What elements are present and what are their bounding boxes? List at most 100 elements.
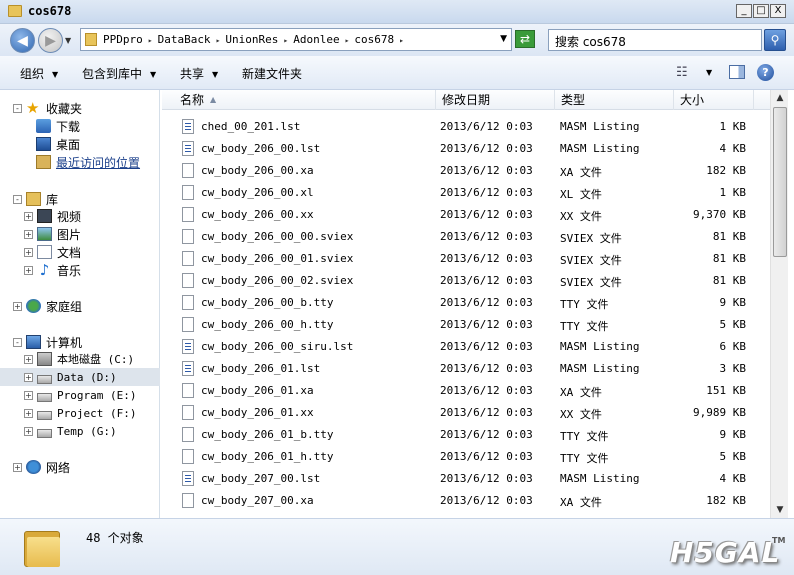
file-type: XA 文件 — [560, 166, 602, 179]
file-row[interactable]: cw_body_206_01_b.tty 2013/6/12 0:03 TTY 文件… — [162, 424, 770, 446]
nav-drive-g[interactable]: + Temp (G:) — [24, 422, 117, 440]
expand-icon[interactable]: + — [24, 265, 33, 275]
column-date[interactable]: 修改日期 — [436, 90, 555, 110]
file-type: SVIEX 文件 — [560, 276, 622, 289]
downloads-icon — [36, 119, 51, 133]
organize-menu[interactable]: 组织 ▼ — [20, 65, 58, 82]
help-icon[interactable]: ? — [757, 64, 774, 81]
file-size: 5 KB — [719, 450, 747, 463]
file-row[interactable]: cw_body_206_00_02.sviex 2013/6/12 0:03 SVI… — [162, 270, 770, 292]
scroll-up-icon[interactable]: ▲ — [772, 90, 788, 106]
file-size: 4 KB — [719, 142, 747, 155]
close-button[interactable]: X — [770, 4, 786, 18]
breadcrumb-item[interactable]: DataBack — [158, 33, 211, 46]
expand-icon[interactable]: + — [24, 354, 33, 364]
address-dropdown[interactable]: ▼ — [500, 34, 507, 44]
file-row[interactable]: cw_body_206_00_siru.lst 2013/6/12 0:03 MAS… — [162, 336, 770, 358]
collapse-icon[interactable]: - — [13, 194, 22, 204]
file-size: 182 KB — [706, 164, 746, 177]
file-row[interactable]: cw_body_206_00.xl 2013/6/12 0:03 XL 文件 1 KB — [162, 182, 770, 204]
expand-icon[interactable]: + — [13, 301, 22, 311]
breadcrumb-item[interactable]: PPDpro — [103, 33, 143, 46]
nav-downloads[interactable]: 下载 — [36, 117, 80, 135]
nav-favorites[interactable]: - ★ 收藏夹 — [13, 99, 82, 117]
folder-icon — [85, 33, 97, 46]
system-drive-icon — [37, 352, 52, 366]
breadcrumb-separator-icon[interactable]: ▸ — [216, 36, 221, 45]
nav-desktop[interactable]: 桌面 — [36, 135, 80, 153]
expand-icon[interactable]: + — [24, 408, 33, 418]
include-library-menu[interactable]: 包含到库中 ▼ — [82, 65, 156, 82]
vertical-scrollbar[interactable]: ▲ ▼ — [770, 90, 788, 518]
nav-libraries[interactable]: - 库 — [13, 190, 58, 208]
file-row[interactable]: cw_body_207_00.xa 2013/6/12 0:03 XA 文件 182 … — [162, 490, 770, 512]
address-bar[interactable]: PPDpro ▸ DataBack ▸ UnionRes ▸ Adonlee ▸ cos678 ▸… — [80, 28, 512, 51]
breadcrumb-separator-icon[interactable]: ▸ — [399, 36, 404, 45]
nav-videos[interactable]: + 视频 — [24, 207, 81, 225]
nav-drive-e[interactable]: + Program (E:) — [24, 386, 136, 404]
scroll-thumb[interactable] — [773, 107, 787, 257]
breadcrumb-item[interactable]: cos678 — [354, 33, 394, 46]
file-icon — [182, 383, 194, 398]
file-row[interactable]: cw_body_206_00_00.sviex 2013/6/12 0:03 SVI… — [162, 226, 770, 248]
collapse-icon[interactable]: - — [13, 337, 22, 347]
collapse-icon[interactable]: - — [13, 103, 22, 113]
expand-icon[interactable]: + — [24, 372, 33, 382]
nav-pictures[interactable]: + 图片 — [24, 225, 81, 243]
search-button[interactable]: ⚲ — [764, 29, 786, 51]
breadcrumb-separator-icon[interactable]: ▸ — [345, 36, 350, 45]
file-row[interactable]: cw_body_206_00.xa 2013/6/12 0:03 XA 文件 182 … — [162, 160, 770, 182]
expand-icon[interactable]: + — [24, 211, 33, 221]
nav-drive-c[interactable]: + 本地磁盘 (C:) — [24, 350, 134, 368]
file-row[interactable]: cw_body_206_01_h.tty 2013/6/12 0:03 TTY 文件… — [162, 446, 770, 468]
file-row[interactable]: cw_body_206_00_b.tty 2013/6/12 0:03 TTY 文件… — [162, 292, 770, 314]
nav-recent-places[interactable]: 最近访问的位置 — [36, 153, 140, 171]
file-size: 151 KB — [706, 384, 746, 397]
expand-icon[interactable]: + — [24, 390, 33, 400]
share-menu[interactable]: 共享 ▼ — [180, 65, 218, 82]
nav-documents[interactable]: + 文档 — [24, 243, 81, 261]
forward-button[interactable]: ▶ — [38, 28, 63, 53]
expand-icon[interactable]: + — [13, 462, 22, 472]
breadcrumb-separator-icon[interactable]: ▸ — [148, 36, 153, 45]
search-input[interactable]: 搜索 cos678 — [548, 29, 762, 51]
new-folder-button[interactable]: 新建文件夹 — [242, 65, 302, 82]
expand-icon[interactable]: + — [24, 426, 33, 436]
nav-homegroup[interactable]: + 家庭组 — [13, 297, 82, 315]
file-row[interactable]: cw_body_206_01.xx 2013/6/12 0:03 XX 文件 9,98… — [162, 402, 770, 424]
nav-network[interactable]: + 网络 — [13, 458, 70, 476]
expand-icon[interactable]: + — [24, 229, 33, 239]
watermark-tm: TM — [772, 536, 786, 545]
view-options-icon[interactable]: ☷ — [676, 65, 688, 80]
recent-pages-dropdown[interactable]: ▼ — [65, 36, 71, 45]
file-row[interactable]: cw_body_206_00.lst 2013/6/12 0:03 MASM Lis… — [162, 138, 770, 160]
file-row[interactable]: cw_body_206_00_01.sviex 2013/6/12 0:03 SVI… — [162, 248, 770, 270]
file-type: XX 文件 — [560, 408, 602, 421]
file-row[interactable]: cw_body_206_00.xx 2013/6/12 0:03 XX 文件 9,37… — [162, 204, 770, 226]
expand-icon[interactable]: + — [24, 247, 33, 257]
file-type: XL 文件 — [560, 188, 602, 201]
file-row[interactable]: cw_body_206_01.xa 2013/6/12 0:03 XA 文件 151 … — [162, 380, 770, 402]
preview-pane-icon[interactable] — [729, 65, 745, 79]
minimize-button[interactable]: _ — [736, 4, 752, 18]
refresh-button[interactable]: ⇄ — [515, 30, 535, 48]
scroll-down-icon[interactable]: ▼ — [772, 502, 788, 518]
breadcrumb-item[interactable]: Adonlee — [293, 33, 339, 46]
breadcrumb-item[interactable]: UnionRes — [225, 33, 278, 46]
nav-drive-f[interactable]: + Project (F:) — [24, 404, 136, 422]
file-row[interactable]: cw_body_206_01.lst 2013/6/12 0:03 MASM Lis… — [162, 358, 770, 380]
back-button[interactable]: ◀ — [10, 28, 35, 53]
column-name[interactable]: 名称 ▲ — [174, 90, 436, 110]
file-row[interactable]: ched_00_201.lst 2013/6/12 0:03 MASM Listin… — [162, 116, 770, 138]
maximize-button[interactable]: □ — [753, 4, 769, 18]
nav-computer[interactable]: - 计算机 — [13, 333, 82, 351]
column-size[interactable]: 大小 — [674, 90, 754, 110]
view-options-dropdown[interactable]: ▼ — [706, 68, 712, 77]
nav-drive-d[interactable]: + Data (D:) — [0, 368, 160, 386]
nav-music[interactable]: + ♪ 音乐 — [24, 261, 81, 279]
refresh-icon: ⇄ — [519, 32, 531, 46]
breadcrumb-separator-icon[interactable]: ▸ — [283, 36, 288, 45]
file-row[interactable]: cw_body_206_00_h.tty 2013/6/12 0:03 TTY 文件… — [162, 314, 770, 336]
column-type[interactable]: 类型 — [555, 90, 674, 110]
file-row[interactable]: cw_body_207_00.lst 2013/6/12 0:03 MASM Lis… — [162, 468, 770, 490]
